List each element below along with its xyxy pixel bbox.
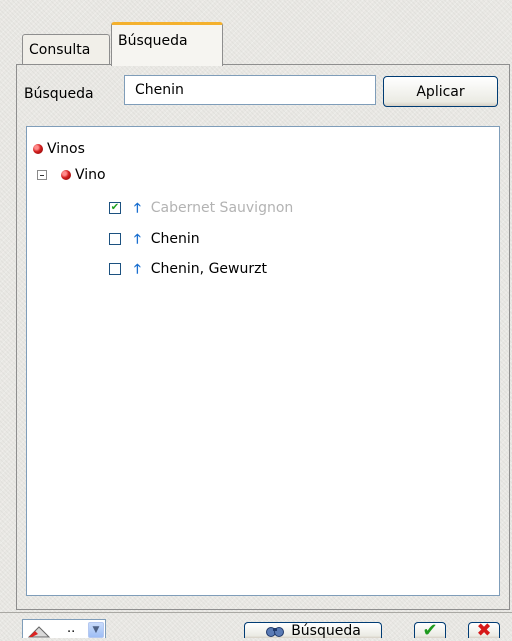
up-arrow-icon: 🡑 bbox=[134, 231, 141, 247]
tab-consulta-label: Consulta bbox=[29, 42, 91, 58]
tree-item[interactable]: ✔ 🡑 Cabernet Sauvignon bbox=[109, 200, 293, 216]
search-label: Búsqueda bbox=[24, 86, 94, 102]
red-ball-icon bbox=[61, 170, 71, 180]
tree-view[interactable]: Vinos Vino ✔ 🡑 Cabernet Sauvignon 🡑 Chen… bbox=[26, 126, 500, 596]
up-arrow-icon: 🡑 bbox=[134, 261, 141, 277]
checkbox[interactable] bbox=[109, 233, 121, 245]
tree-item-label: Chenin bbox=[150, 231, 200, 247]
up-arrow-icon: 🡑 bbox=[134, 200, 141, 216]
dropdown-value: .. bbox=[67, 621, 76, 636]
tab-consulta[interactable]: Consulta bbox=[22, 34, 110, 65]
tree-node-vinos[interactable]: Vinos bbox=[33, 141, 85, 157]
chevron-down-icon[interactable]: ▼ bbox=[88, 622, 104, 638]
apply-button[interactable]: Aplicar bbox=[383, 76, 498, 107]
search-input[interactable] bbox=[124, 75, 376, 105]
checkbox-checked[interactable]: ✔ bbox=[109, 202, 121, 214]
tree-item[interactable]: 🡑 Chenin, Gewurzt bbox=[109, 261, 267, 277]
collapse-icon[interactable] bbox=[37, 170, 47, 180]
tree-node-vino[interactable]: Vino bbox=[37, 167, 106, 183]
tree-item[interactable]: 🡑 Chenin bbox=[109, 231, 200, 247]
ok-button[interactable]: ✔ bbox=[414, 620, 446, 641]
tab-busqueda[interactable]: Búsqueda bbox=[111, 22, 223, 66]
tree-node-label: Vino bbox=[75, 167, 106, 183]
search-button-label: Búsqueda bbox=[291, 622, 361, 639]
tree-node-label: Vinos bbox=[47, 141, 85, 157]
checkbox[interactable] bbox=[109, 263, 121, 275]
tab-busqueda-label: Búsqueda bbox=[118, 33, 188, 49]
footer-divider bbox=[0, 612, 512, 613]
search-button[interactable]: Búsqueda bbox=[244, 622, 382, 639]
mountain-icon bbox=[27, 626, 51, 638]
cancel-button[interactable]: ✖ bbox=[468, 620, 500, 641]
red-ball-icon bbox=[33, 144, 43, 154]
tree-item-label: Cabernet Sauvignon bbox=[150, 200, 294, 216]
tree-item-label: Chenin, Gewurzt bbox=[150, 261, 267, 277]
binoculars-icon bbox=[266, 626, 285, 637]
